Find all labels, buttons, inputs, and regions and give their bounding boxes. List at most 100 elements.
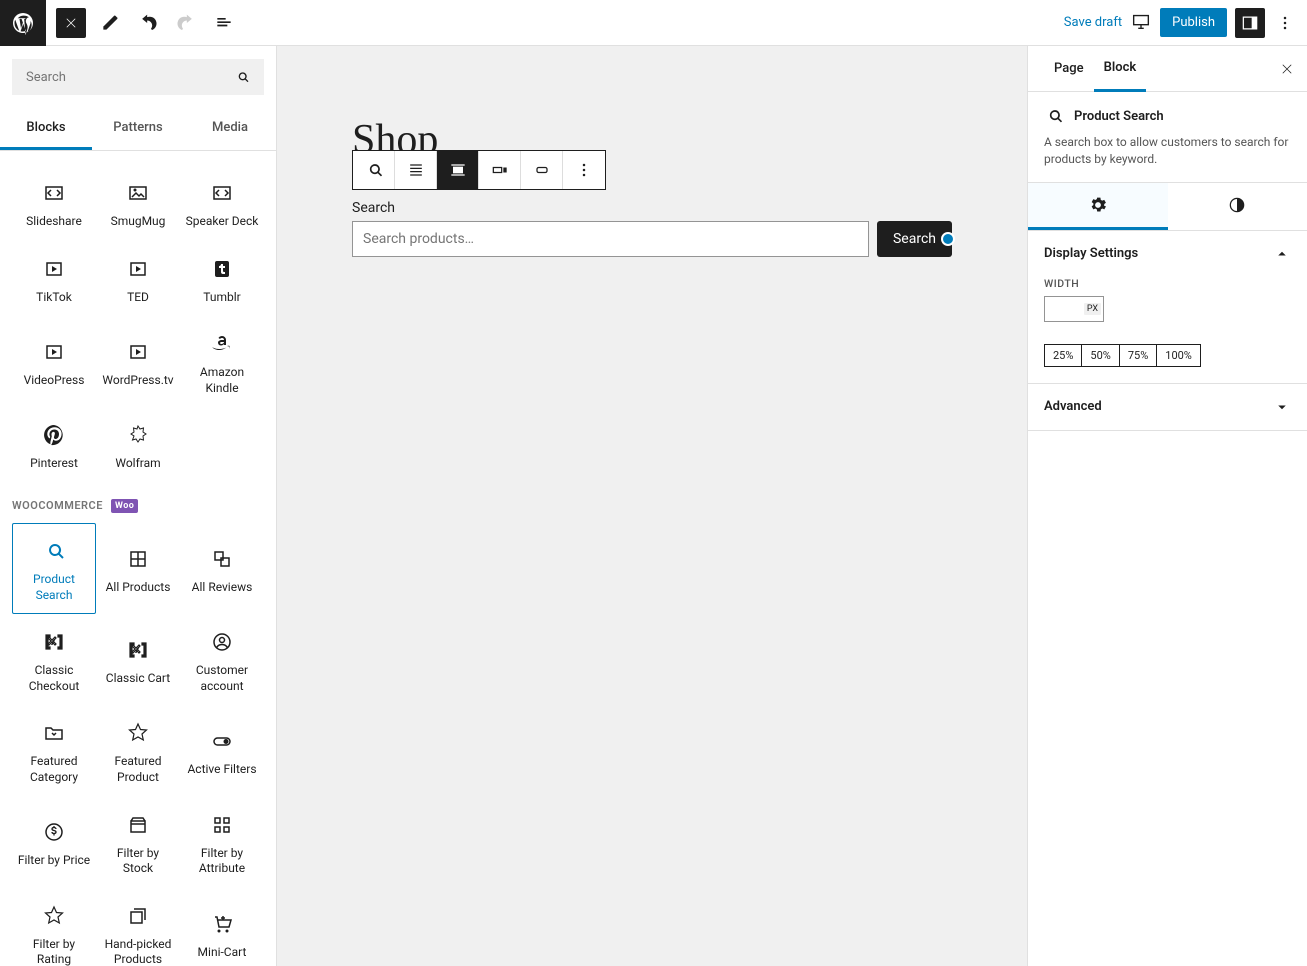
folder-icon — [42, 720, 66, 746]
close-inserter-button[interactable] — [56, 8, 86, 38]
width-preset-100[interactable]: 100% — [1157, 345, 1200, 366]
woo-block-product-search[interactable]: Product Search — [12, 523, 96, 614]
width-preset-25[interactable]: 25% — [1045, 345, 1082, 366]
cart-icon — [210, 911, 234, 937]
options-button[interactable] — [1273, 11, 1297, 35]
amazon-icon — [210, 331, 234, 357]
tumblr-icon — [210, 256, 234, 282]
woo-block-filter-by-attribute[interactable]: Filter by Attribute — [180, 797, 264, 888]
embed-block-wolfram[interactable]: Wolfram — [96, 407, 180, 483]
block-inserter-panel: Blocks Patterns Media SlideshareSmugMugS… — [0, 46, 277, 966]
search-block-input[interactable]: Search products… — [352, 221, 869, 257]
contrast-icon — [1227, 195, 1247, 215]
settings-sidebar-toggle[interactable] — [1235, 8, 1265, 38]
embed-block-amazon-kindle[interactable]: Amazon Kindle — [180, 316, 264, 407]
tab-blocks[interactable]: Blocks — [0, 108, 92, 150]
redo-button — [172, 9, 200, 37]
display-settings-panel-header[interactable]: Display Settings — [1028, 231, 1307, 277]
sidebar-tab-block[interactable]: Block — [1094, 46, 1147, 92]
embed-icon — [42, 180, 66, 206]
editor-canvas[interactable]: Shop Search Search products… Search — [277, 46, 1027, 966]
toolbar-align[interactable] — [395, 151, 437, 189]
woo-block-all-reviews[interactable]: All Reviews — [180, 523, 264, 614]
toolbar-block-type[interactable] — [353, 151, 395, 189]
width-label: WIDTH — [1044, 277, 1291, 290]
embed-icon — [210, 180, 234, 206]
search-block-label[interactable]: Search — [352, 200, 952, 216]
embed-block-tumblr[interactable]: Tumblr — [180, 241, 264, 317]
woo-block-featured-product[interactable]: Featured Product — [96, 705, 180, 796]
gear-icon — [1088, 195, 1108, 215]
width-input[interactable]: PX — [1044, 296, 1104, 322]
publish-button[interactable]: Publish — [1160, 8, 1227, 37]
block-search-input[interactable] — [26, 70, 234, 85]
block-description: A search box to allow customers to searc… — [1044, 134, 1291, 168]
woo-block-hand-picked-products[interactable]: Hand-picked Products — [96, 888, 180, 966]
advanced-panel-header[interactable]: Advanced — [1028, 384, 1307, 430]
embed-block-videopress[interactable]: VideoPress — [12, 316, 96, 407]
block-name: Product Search — [1074, 109, 1164, 124]
block-search[interactable] — [12, 59, 264, 95]
star-icon — [42, 903, 66, 929]
woo-block-filter-by-rating[interactable]: Filter by Rating — [12, 888, 96, 966]
width-preset-50[interactable]: 50% — [1082, 345, 1119, 366]
save-draft-button[interactable]: Save draft — [1064, 15, 1122, 30]
search-icon — [1044, 106, 1064, 126]
embed-block-ted[interactable]: TED — [96, 241, 180, 317]
reviews-icon — [210, 546, 234, 572]
photo-icon — [126, 180, 150, 206]
sidebar-tab-page[interactable]: Page — [1044, 47, 1094, 90]
tools-button[interactable] — [96, 9, 124, 37]
embed-block-tiktok[interactable]: TikTok — [12, 241, 96, 317]
account-icon — [210, 629, 234, 655]
toolbar-more-options[interactable] — [563, 151, 605, 189]
woo-block-active-filters[interactable]: Active Filters — [180, 705, 264, 796]
shortcode-icon — [126, 637, 150, 663]
embed-block-speaker-deck[interactable]: Speaker Deck — [180, 165, 264, 241]
woo-block-featured-category[interactable]: Featured Category — [12, 705, 96, 796]
woo-block-filter-by-price[interactable]: Filter by Price — [12, 797, 96, 888]
wolfram-icon — [126, 422, 150, 448]
toolbar-label-toggle[interactable] — [437, 151, 479, 189]
view-button[interactable] — [1130, 10, 1152, 36]
settings-sidebar: Page Block Product Search A search box t… — [1027, 46, 1307, 966]
woocommerce-category-header: WOOCOMMERCE — [12, 499, 103, 512]
wordpress-logo[interactable] — [0, 0, 46, 46]
embed-block-slideshare[interactable]: Slideshare — [12, 165, 96, 241]
woo-block-mini-cart[interactable]: Mini-Cart — [180, 888, 264, 966]
toggle-icon — [210, 728, 234, 754]
tab-patterns[interactable]: Patterns — [92, 108, 184, 150]
video-sq-icon — [126, 339, 150, 365]
woo-block-classic-checkout[interactable]: Classic Checkout — [12, 614, 96, 705]
embed-block-smugmug[interactable]: SmugMug — [96, 165, 180, 241]
chevron-up-icon — [1273, 245, 1291, 263]
embed-block-wordpress-tv[interactable]: WordPress.tv — [96, 316, 180, 407]
search-block-button[interactable]: Search — [877, 221, 952, 257]
width-preset-75[interactable]: 75% — [1120, 345, 1157, 366]
video-sq-icon — [42, 256, 66, 282]
woo-block-customer-account[interactable]: Customer account — [180, 614, 264, 705]
embed-block-pinterest[interactable]: Pinterest — [12, 407, 96, 483]
tab-media[interactable]: Media — [184, 108, 276, 150]
box-icon — [126, 812, 150, 838]
dollar-icon — [42, 819, 66, 845]
toolbar-button-position[interactable] — [479, 151, 521, 189]
toolbar-button-only[interactable] — [521, 151, 563, 189]
stack-icon — [126, 903, 150, 929]
woo-block-filter-by-stock[interactable]: Filter by Stock — [96, 797, 180, 888]
pinterest-icon — [42, 422, 66, 448]
product-search-block[interactable]: Search Search products… Search — [352, 200, 952, 257]
grid-icon — [126, 546, 150, 572]
chevron-down-icon — [1273, 398, 1291, 416]
undo-button[interactable] — [134, 9, 162, 37]
document-overview-button[interactable] — [210, 9, 238, 37]
video-sq-icon — [42, 339, 66, 365]
subtab-styles[interactable] — [1168, 183, 1307, 230]
grid4-icon — [210, 812, 234, 838]
woo-block-classic-cart[interactable]: Classic Cart — [96, 614, 180, 705]
close-sidebar-button[interactable] — [1275, 57, 1299, 81]
search-icon — [234, 69, 250, 85]
subtab-settings[interactable] — [1028, 183, 1168, 230]
woo-block-all-products[interactable]: All Products — [96, 523, 180, 614]
shortcode-icon — [42, 629, 66, 655]
